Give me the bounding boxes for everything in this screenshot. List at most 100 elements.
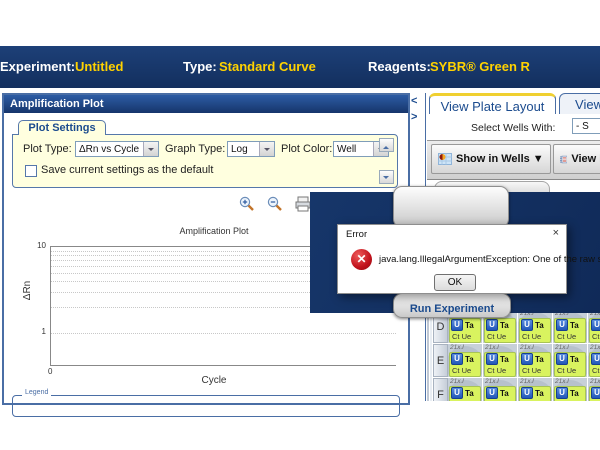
task-unknown-icon: U <box>591 387 600 399</box>
well-content: UTaCt Ue <box>554 318 586 343</box>
reagents-value: SYBR® Green R <box>430 59 530 74</box>
chevron-down-icon[interactable] <box>259 142 274 156</box>
error-icon: ✕ <box>351 249 372 270</box>
plot-type-label: Plot Type: <box>23 143 72 155</box>
select-wells-dropdown[interactable]: - S <box>572 118 600 134</box>
legend-box <box>12 395 400 417</box>
plot-color-label: Plot Color: <box>281 143 332 155</box>
tab-view-plate-layout[interactable]: View Plate Layout <box>429 93 556 114</box>
task-unknown-icon: U <box>486 319 498 331</box>
tab-plot-settings[interactable]: Plot Settings <box>18 120 106 135</box>
app-screen: Experiment: Untitled Type: Standard Curv… <box>0 0 600 450</box>
plate-well[interactable]: 21x.lUTaCt Ue <box>553 310 587 343</box>
plate-well[interactable]: 21x.lUTaCt Ue <box>518 310 552 343</box>
view-legend-button[interactable]: View L <box>553 144 600 174</box>
well-content: UTa Ct Ue <box>519 318 551 343</box>
task-unknown-icon: U <box>486 387 498 399</box>
plate-grid: D21x.lUTaCt Ue21x.lUTaCt Ue21x.lUTaCt Ue… <box>427 305 600 401</box>
splitter-collapse-right-icon[interactable]: > <box>411 112 417 122</box>
gridline <box>51 333 396 334</box>
well-line2-text: Ct Ue <box>522 400 541 401</box>
chart-title: Amplification Plot <box>99 226 329 236</box>
task-unknown-icon: U <box>591 319 600 331</box>
well-target-text: Ta <box>465 389 474 398</box>
reagents-label: Reagents: <box>368 59 431 74</box>
task-unknown-icon: U <box>486 353 498 365</box>
plate-well[interactable]: 21x.lUTaCt Ue <box>483 378 517 401</box>
well-sample-text: 21x.l <box>450 344 464 351</box>
well-line2-text: Ct Ue <box>557 400 576 401</box>
well-target-text: Ta <box>535 389 544 398</box>
zoom-in-icon[interactable] <box>238 195 256 213</box>
well-content: UTaCt Ue <box>484 386 516 401</box>
well-content: UTaCt Ue <box>554 386 586 401</box>
task-unknown-icon: U <box>451 353 463 365</box>
plate-well[interactable]: 21x.lUTaCt Ue <box>448 378 482 401</box>
experiment-value: Untitled <box>75 59 123 74</box>
zoom-out-icon[interactable] <box>266 195 284 213</box>
well-target-text: Ta <box>570 355 579 364</box>
task-unknown-icon: U <box>591 353 600 365</box>
graph-type-select[interactable]: Log <box>227 141 275 157</box>
plate-well[interactable]: 21x.lUTaCt Ue <box>588 310 600 343</box>
plate-well[interactable]: 21x.lUTaCt Ue <box>518 378 552 401</box>
plot-settings-box: Plot Type: ΔRn vs Cycle Graph Type: Log … <box>12 134 398 188</box>
plate-row-header-E: E <box>433 344 448 377</box>
plate-well[interactable]: 21x.lUTaCt Ue <box>448 344 482 377</box>
well-sample-text: 21x.l <box>485 344 499 351</box>
well-content: UTaCt Ue <box>519 352 551 377</box>
task-unknown-icon: U <box>556 387 568 399</box>
plate-well[interactable]: 21x.lUTaCt Ue <box>553 344 587 377</box>
well-content: UTaCt Ue <box>589 386 600 401</box>
well-sample-text: 21x.l <box>520 344 534 351</box>
run-experiment-button[interactable]: Run Experiment <box>393 293 511 318</box>
close-icon[interactable]: × <box>553 228 559 239</box>
well-line2-text: Ct Ue <box>522 332 541 341</box>
well-sample-text: 21x.l <box>520 378 534 385</box>
well-target-text: Ta <box>535 355 544 364</box>
run-experiment-label: Run Experiment <box>394 303 510 315</box>
show-in-wells-button[interactable]: Show in Wells ▼ <box>431 144 551 174</box>
x-axis-label: Cycle <box>99 375 329 386</box>
well-line2-text: Ct Ue <box>592 366 600 375</box>
save-default-checkbox[interactable] <box>25 165 37 177</box>
well-target-text: Ta <box>535 321 544 330</box>
plate-well[interactable]: 21x.lUTaCt Ue <box>588 378 600 401</box>
wells-grid-icon <box>438 152 452 166</box>
type-label: Type: <box>183 59 217 74</box>
select-wells-label: Select Wells With: <box>471 122 555 134</box>
task-unknown-icon: U <box>521 319 533 331</box>
y-axis-label: ΔRn <box>22 281 33 300</box>
well-content: UTaCt Ue <box>484 352 516 377</box>
well-sample-text: 21x.l <box>450 378 464 385</box>
ok-button[interactable]: OK <box>434 274 476 291</box>
save-default-label: Save current settings as the default <box>41 164 213 176</box>
well-line2-text: Ct Ue <box>522 366 541 375</box>
well-target-text: Ta <box>570 321 579 330</box>
well-content: UTaCt Ue <box>554 352 586 377</box>
scroll-up-icon[interactable] <box>379 138 394 152</box>
plate-well[interactable]: 21x.lUTaCt Ue <box>588 344 600 377</box>
well-sample-text: 21x.l <box>590 344 600 351</box>
well-line2-text: Ct Ue <box>592 400 600 401</box>
well-line2-text: Ct Ue <box>452 366 471 375</box>
well-content: UTaCt Ue <box>519 386 551 401</box>
scroll-down-icon[interactable] <box>379 170 394 184</box>
well-target-text: Ta <box>500 389 509 398</box>
plate-edge-line <box>430 305 432 401</box>
monitor-button-upper[interactable] <box>393 186 509 228</box>
well-line2-text: Ct Ue <box>557 366 576 375</box>
splitter-collapse-left-icon[interactable]: < <box>411 96 417 106</box>
plate-well[interactable]: 21x.lUTaCt Ue <box>553 378 587 401</box>
well-sample-text: 21x.l <box>555 344 569 351</box>
plot-type-select[interactable]: ΔRn vs Cycle <box>75 141 159 157</box>
type-value: Standard Curve <box>219 59 316 74</box>
task-unknown-icon: U <box>556 319 568 331</box>
plate-well[interactable]: 21x.lUTaCt Ue <box>483 344 517 377</box>
well-target-text: Ta <box>500 321 509 330</box>
plate-well[interactable]: 21x.lUTaCt Ue <box>518 344 552 377</box>
tab-view-well-table[interactable]: View <box>559 93 600 114</box>
well-sample-text: 21x.l <box>555 378 569 385</box>
chevron-down-icon[interactable] <box>143 142 158 156</box>
experiment-banner: Experiment: Untitled Type: Standard Curv… <box>0 46 600 88</box>
